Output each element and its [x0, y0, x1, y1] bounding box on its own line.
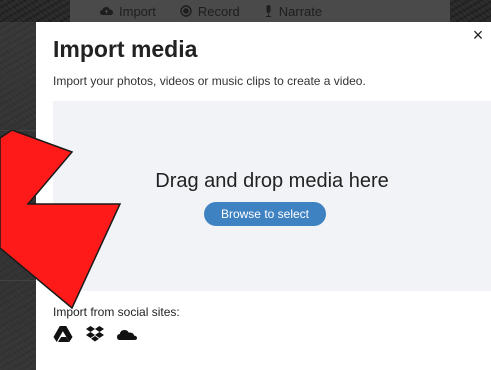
- record-icon: [180, 5, 192, 17]
- social-import-icons: [53, 325, 137, 343]
- close-button[interactable]: ×: [467, 24, 489, 46]
- drop-zone[interactable]: Drag and drop media here Browse to selec…: [53, 101, 491, 291]
- dialog-title: Import media: [53, 36, 198, 62]
- record-tool[interactable]: Record: [180, 4, 240, 19]
- cloud-upload-icon: [100, 7, 113, 15]
- import-tool[interactable]: Import: [100, 4, 156, 19]
- narrate-tool[interactable]: Narrate: [264, 4, 322, 19]
- import-media-dialog: × Import media Import your photos, video…: [36, 22, 491, 370]
- onedrive-icon[interactable]: [117, 325, 137, 343]
- screen: Import Record Narrate × Import media Imp…: [0, 0, 491, 370]
- google-drive-icon[interactable]: [53, 325, 73, 343]
- dialog-subtitle: Import your photos, videos or music clip…: [53, 74, 366, 88]
- drop-zone-heading: Drag and drop media here: [155, 170, 389, 192]
- narrate-tool-label: Narrate: [278, 3, 323, 19]
- browse-to-select-button[interactable]: Browse to select: [204, 202, 326, 226]
- dropbox-icon[interactable]: [85, 325, 105, 343]
- background-toolbar: Import Record Narrate: [70, 0, 450, 22]
- record-tool-label: Record: [197, 3, 240, 19]
- import-tool-label: Import: [119, 3, 156, 19]
- microphone-icon: [265, 5, 271, 17]
- background-side-panel: [0, 22, 36, 370]
- social-import-label: Import from social sites:: [53, 305, 180, 319]
